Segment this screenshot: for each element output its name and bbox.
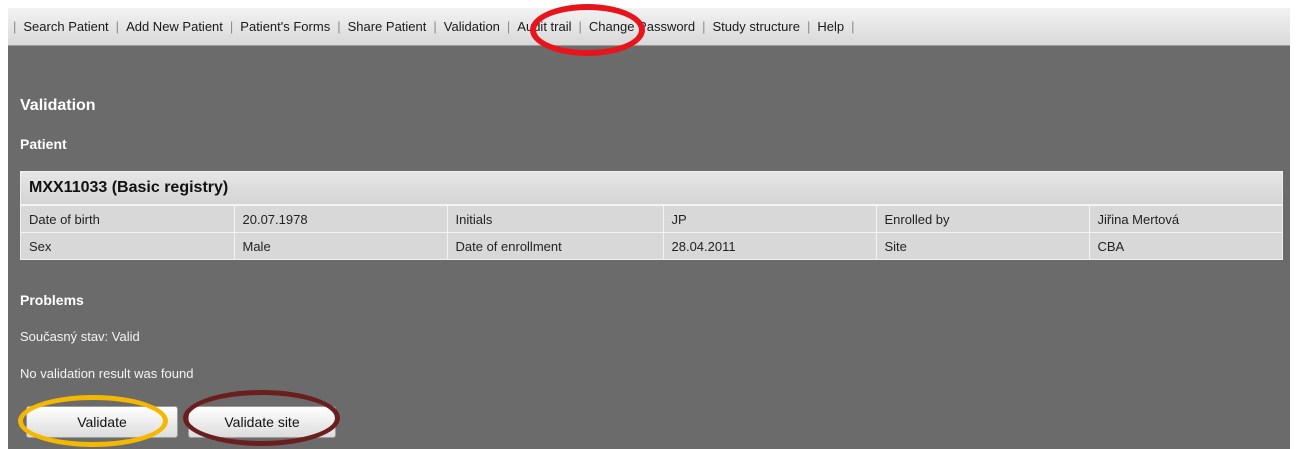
field-label: Site <box>876 232 1090 259</box>
field-label: Initials <box>447 205 664 233</box>
menu-separator: | <box>506 19 511 34</box>
validate-site-button[interactable]: Validate site <box>188 406 336 438</box>
top-menu: | Search Patient | Add New Patient | Pat… <box>8 8 1290 46</box>
menu-validation[interactable]: Validation <box>444 19 500 34</box>
menu-separator: | <box>229 19 234 34</box>
menu-separator: | <box>433 19 437 34</box>
menu-separator: | <box>115 19 120 34</box>
patient-info-table: Date of birth 20.07.1978 Initials JP Enr… <box>21 205 1282 259</box>
patient-card: MXX11033 (Basic registry) Date of birth … <box>20 171 1283 260</box>
app-frame: | Search Patient | Add New Patient | Pat… <box>8 8 1290 449</box>
field-label: Date of enrollment <box>447 232 664 259</box>
field-value: JP <box>663 205 877 233</box>
field-value: CBA <box>1089 232 1282 259</box>
menu-separator: | <box>578 19 582 34</box>
menu-add-new-patient[interactable]: Add New Patient <box>126 19 223 34</box>
validation-status-text: Současný stav: Valid <box>20 329 140 344</box>
validate-button[interactable]: Validate <box>26 406 178 438</box>
page-title: Validation <box>20 97 96 114</box>
menu-separator: | <box>13 19 17 34</box>
menu-separator: | <box>851 19 855 34</box>
field-value: 28.04.2011 <box>663 232 877 259</box>
menu-study-structure[interactable]: Study structure <box>713 19 800 34</box>
field-value: 20.07.1978 <box>234 205 448 233</box>
validation-result-text: No validation result was found <box>20 366 194 381</box>
field-value: Male <box>234 232 448 259</box>
menu-audit-trail[interactable]: Audit trail <box>517 19 571 34</box>
menu-change-password[interactable]: Change Password <box>589 19 695 34</box>
menu-separator: | <box>702 19 706 34</box>
menu-share-patient[interactable]: Share Patient <box>348 19 427 34</box>
field-value: Jiřina Mertová <box>1089 205 1282 233</box>
menu-search-patient[interactable]: Search Patient <box>23 19 108 34</box>
patient-heading: Patient <box>20 136 67 152</box>
menu-separator: | <box>806 19 811 34</box>
problems-heading: Problems <box>20 292 84 308</box>
menu-separator: | <box>337 19 341 34</box>
field-label: Sex <box>21 232 235 259</box>
table-row: Sex Male Date of enrollment 28.04.2011 S… <box>21 232 1282 259</box>
menu-patients-forms[interactable]: Patient's Forms <box>240 19 330 34</box>
patient-card-title: MXX11033 (Basic registry) <box>21 172 1282 205</box>
field-label: Enrolled by <box>876 205 1090 233</box>
table-row: Date of birth 20.07.1978 Initials JP Enr… <box>21 205 1282 233</box>
field-label: Date of birth <box>21 205 235 233</box>
menu-help[interactable]: Help <box>817 19 844 34</box>
